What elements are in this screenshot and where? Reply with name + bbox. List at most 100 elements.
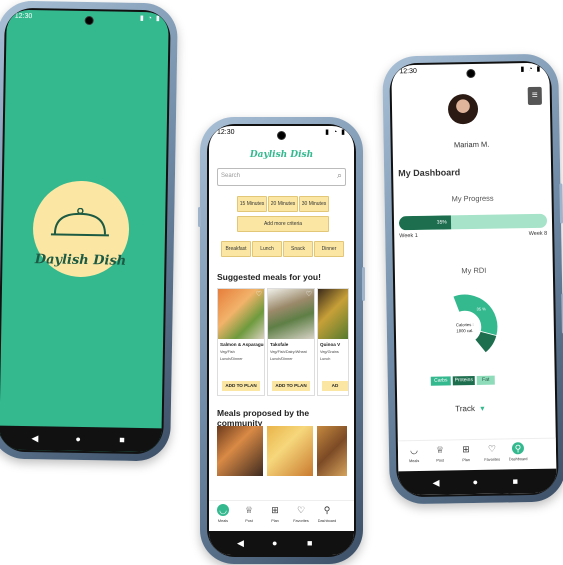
home-icon[interactable]: ● (75, 434, 81, 444)
avatar[interactable] (447, 93, 479, 125)
add-criteria-button[interactable]: Add more criteria (237, 216, 329, 232)
filter-30-minutes[interactable]: 30 Minutes (299, 196, 329, 212)
progress-fill: 35% (398, 215, 451, 231)
recents-icon[interactable]: ■ (512, 476, 518, 486)
system-nav-bar: ◀ ● ■ (0, 425, 162, 453)
filter-20-minutes[interactable]: 20 Minutes (268, 196, 298, 212)
recents-icon[interactable]: ■ (119, 435, 125, 445)
cloche-icon (50, 207, 109, 237)
rdi-title: My RDI (461, 265, 487, 276)
meal-tags: Veg/Fish (220, 350, 235, 354)
camera-icon (466, 68, 476, 79)
nav-label: Plan (462, 458, 470, 463)
home-icon[interactable]: ● (472, 477, 478, 487)
nav-label: Dashboard (508, 457, 528, 462)
heart-icon[interactable]: ♡ (306, 290, 312, 298)
search-input[interactable]: Search ⌕ (217, 168, 346, 186)
status-icons: ▮ ◔ ▮ (520, 65, 542, 74)
app-logo: Daylish Dish (32, 180, 130, 278)
filter-snack[interactable]: Snack (283, 241, 313, 257)
back-icon[interactable]: ◀ (432, 478, 439, 489)
heart-icon: ♡ (487, 443, 497, 454)
add-to-plan-button[interactable]: ADD TO PLAN (222, 381, 260, 391)
meal-image (318, 289, 348, 339)
meal-times: Lunch (320, 357, 331, 361)
meal-title: Quinoa V (320, 342, 341, 347)
community-title: Meals proposed by the community (217, 408, 310, 428)
filter-15-minutes[interactable]: 15 Minutes (237, 196, 267, 212)
dashboard-screen: 12:30 ▮ ◔ ▮ ≡ Mariam M. My Dashboard My … (391, 62, 557, 496)
rdi-slice-label: 35 % (477, 306, 487, 311)
system-nav-bar: ◀ ● ■ (398, 468, 557, 496)
plan-icon: ⊞ (271, 505, 279, 515)
rdi-donut-chart: 20 %45 %35 %Calories :1800 cal. (449, 293, 499, 354)
community-meal-image[interactable] (267, 426, 313, 476)
track-dropdown[interactable]: Track ▼ (455, 404, 486, 414)
plan-icon: ⊞ (462, 444, 470, 455)
side-button (362, 267, 365, 301)
nav-label: Post (245, 519, 253, 523)
nav-favorites[interactable]: ♡ Favorites (480, 443, 504, 462)
calories-label: 1800 cal. (456, 328, 473, 333)
bowl-icon: ◡ (217, 504, 229, 516)
phone-home: 12:30 ▮ ◔ ▮ Daylish Dish Search ⌕ 15 Min… (198, 117, 365, 564)
home-icon[interactable]: ● (272, 538, 277, 548)
person-icon: ⚲ (323, 505, 331, 515)
side-button (559, 183, 563, 224)
meal-card[interactable]: Quinoa V Veg/Grains Lunch AD (317, 288, 349, 396)
meal-title: Salmon & Asparagus (220, 342, 265, 347)
filter-dinner[interactable]: Dinner (314, 241, 344, 257)
filter-lunch[interactable]: Lunch (252, 241, 282, 257)
nav-label: Plan (271, 519, 279, 523)
camera-icon (84, 15, 94, 26)
meal-title: Takofale (270, 342, 289, 347)
nav-dashboard[interactable]: ⚲ Dashboard (506, 442, 530, 461)
nav-favorites[interactable]: ♡ Favorites (289, 504, 313, 523)
nav-meals[interactable]: ◡ Meals (402, 444, 426, 463)
legend-proteins: Proteins (452, 376, 475, 386)
nav-label: Dashboard (317, 519, 337, 523)
nav-plan[interactable]: ⊞ Plan (263, 504, 287, 523)
status-icons: ▮ ◔ ▮ (325, 129, 346, 136)
page-title: My Dashboard (398, 167, 461, 179)
nav-plan[interactable]: ⊞ Plan (454, 443, 478, 462)
legend-carbs: Carbs (430, 376, 451, 386)
progress-bar: 35% (398, 213, 548, 231)
meal-card[interactable]: ♡ Takofale Veg/Fish/Dairy/Wheat Lunch/Di… (267, 288, 315, 396)
meal-card[interactable]: ♡ Salmon & Asparagus Veg/Fish Lunch/Dinn… (217, 288, 265, 396)
logo-text: Daylish Dish (34, 252, 127, 269)
progress-label: 35% (436, 219, 447, 226)
nav-label: Meals (217, 519, 229, 523)
community-meal-image[interactable] (217, 426, 263, 476)
home-screen: 12:30 ▮ ◔ ▮ Daylish Dish Search ⌕ 15 Min… (209, 126, 354, 555)
meal-tags: Veg/Fish/Dairy/Wheat (270, 350, 307, 354)
search-icon[interactable]: ⌕ (337, 170, 342, 181)
nav-post[interactable]: ♕ Post (428, 443, 452, 463)
nav-label: Favorites (293, 519, 309, 523)
chef-hat-icon: ♕ (244, 505, 254, 515)
legend-fat: Fat (476, 375, 495, 385)
menu-icon[interactable]: ≡ (527, 86, 542, 106)
suggested-title: Suggested meals for you! (217, 272, 321, 282)
nav-meals[interactable]: ◡ Meals (211, 504, 235, 523)
track-label: Track (455, 404, 476, 414)
community-meal-image[interactable] (317, 426, 347, 476)
calories-label: Calories : (456, 322, 474, 327)
week-start: Week 1 (399, 232, 418, 240)
meal-times: Lunch/Dinner (220, 357, 243, 361)
chevron-down-icon: ▼ (478, 405, 486, 413)
filter-breakfast[interactable]: Breakfast (221, 241, 251, 257)
phone-dashboard: 12:30 ▮ ◔ ▮ ≡ Mariam M. My Dashboard My … (382, 53, 563, 505)
camera-icon (277, 131, 286, 140)
brand-title: Daylish Dish (249, 150, 314, 160)
status-icons: ▮ ◔ ▮ (139, 14, 161, 23)
add-to-plan-button[interactable]: AD (322, 381, 348, 391)
system-nav-bar: ◀ ● ■ (209, 531, 354, 555)
back-icon[interactable]: ◀ (237, 538, 244, 549)
recents-icon[interactable]: ■ (307, 538, 312, 548)
nav-dashboard[interactable]: ⚲ Dashboard (315, 504, 339, 523)
nav-post[interactable]: ♕ Post (237, 504, 261, 523)
back-icon[interactable]: ◀ (31, 433, 38, 444)
heart-icon[interactable]: ♡ (256, 290, 262, 298)
add-to-plan-button[interactable]: ADD TO PLAN (272, 381, 310, 391)
